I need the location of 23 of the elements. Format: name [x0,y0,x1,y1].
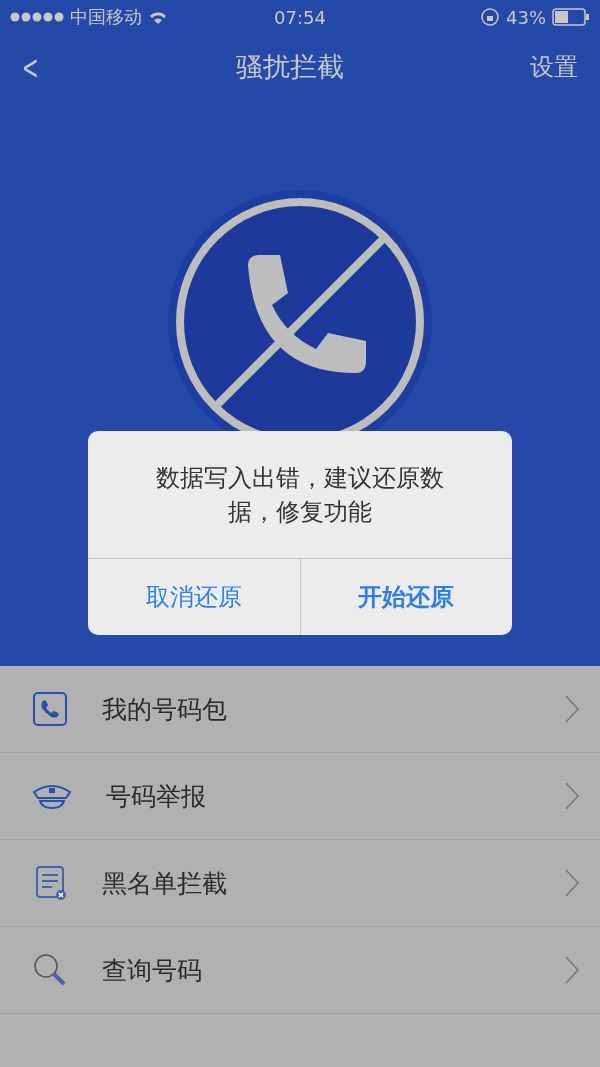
battery-icon [552,8,590,26]
menu-item[interactable]: 我的号码包 [0,666,600,753]
clock-time: 07:54 [274,6,326,28]
dialog-message: 数据写入出错，建议还原数据，修复功能 [155,462,445,528]
menu-item[interactable]: 查询号码 [0,927,600,1014]
menu-item[interactable]: 号码举报 [0,753,600,840]
chevron-right-icon [564,781,580,811]
chevron-right-icon [564,868,580,898]
police-cap-icon [32,782,72,810]
rotation-lock-icon [480,7,500,27]
search-icon [32,952,68,988]
phone-icon [32,691,68,727]
dialog-button[interactable]: 取消还原 [88,559,300,635]
settings-button[interactable]: 设置 [530,51,578,83]
carrier-name: 中国移动 [70,5,142,29]
battery-percent: 43% [506,6,546,28]
chevron-right-icon [564,694,580,724]
signal-icon [10,12,64,22]
back-button[interactable]: < [18,47,43,87]
chevron-right-icon [564,955,580,985]
page-title: 骚扰拦截 [236,50,345,84]
menu-item[interactable]: 黑名单拦截 [0,840,600,927]
dialog-button[interactable]: 开始还原 [299,559,512,635]
